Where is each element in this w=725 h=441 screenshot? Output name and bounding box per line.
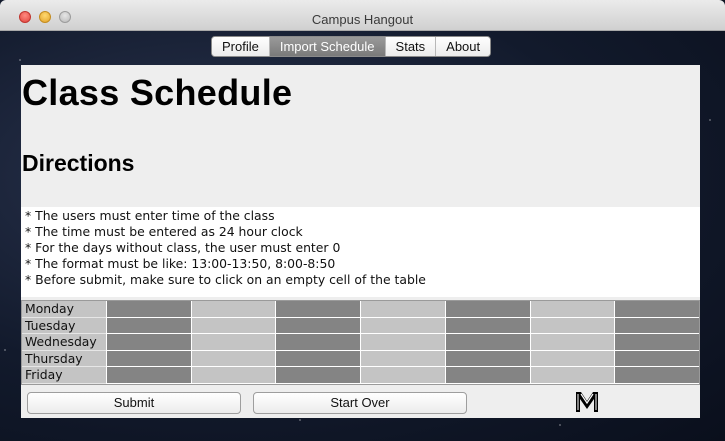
schedule-cell[interactable] [275,334,361,351]
schedule-cell[interactable] [614,317,700,335]
schedule-cell[interactable] [106,301,191,318]
directions-heading: Directions [22,150,135,176]
direction-line: * Before submit, make sure to click on a… [25,272,426,287]
schedule-cell[interactable] [360,317,445,335]
table-row: Friday [22,367,700,384]
schedule-cell[interactable] [360,334,445,351]
schedule-cell[interactable] [444,367,530,384]
day-label: Thursday [22,350,106,368]
schedule-cell[interactable] [614,367,700,384]
schedule-cell[interactable] [106,350,191,368]
schedule-cell[interactable] [529,350,615,368]
schedule-cell[interactable] [360,350,445,368]
schedule-cell[interactable] [190,317,276,335]
tab-profile[interactable]: Profile [212,37,270,56]
schedule-table: Monday Tuesday Wednesday Thursday Friday [21,300,700,385]
schedule-cell[interactable] [529,367,615,384]
schedule-cell[interactable] [360,367,445,384]
direction-line: * The time must be entered as 24 hour cl… [25,224,303,239]
title-bar: Campus Hangout [0,0,725,31]
direction-line: * The users must enter time of the class [25,208,275,223]
schedule-cell[interactable] [190,334,276,351]
schedule-cell[interactable] [190,367,276,384]
schedule-cell[interactable] [529,317,615,335]
day-label: Friday [22,367,106,384]
tab-import-schedule[interactable]: Import Schedule [269,37,386,56]
table-row: Wednesday [22,334,700,351]
schedule-cell[interactable] [444,350,530,368]
schedule-cell[interactable] [275,317,361,335]
day-label: Tuesday [22,317,106,335]
day-label: Monday [22,301,106,318]
schedule-cell[interactable] [190,350,276,368]
schedule-cell[interactable] [360,301,445,318]
schedule-cell[interactable] [444,301,530,318]
schedule-cell[interactable] [106,367,191,384]
direction-line: * The format must be like: 13:00-13:50, … [25,256,336,271]
table-row: Monday [22,301,700,318]
tab-bar: Profile Import Schedule Stats About [211,36,492,57]
header-panel: Class Schedule Directions [21,65,700,207]
table-row: Tuesday [22,317,700,335]
tab-about[interactable]: About [436,37,491,56]
footer-bar: Submit Start Over [21,387,700,418]
tab-stats[interactable]: Stats [385,37,437,56]
schedule-cell[interactable] [614,334,700,351]
schedule-cell[interactable] [106,334,191,351]
app-logo-icon [576,392,598,412]
schedule-cell[interactable] [275,301,361,318]
schedule-cell[interactable] [444,317,530,335]
table-row: Thursday [22,350,700,368]
schedule-cell[interactable] [275,367,361,384]
schedule-cell[interactable] [529,334,615,351]
app-window: Campus Hangout Profile Import Schedule S… [0,0,725,441]
page-title: Class Schedule [22,72,293,113]
schedule-cell[interactable] [529,301,615,318]
window-title: Campus Hangout [311,12,414,27]
schedule-cell[interactable] [444,334,530,351]
direction-line: * For the days without class, the user m… [25,240,341,255]
schedule-cell[interactable] [190,301,276,318]
schedule-cell[interactable] [614,301,700,318]
directions-text: * The users must enter time of the class… [21,207,700,297]
schedule-cell[interactable] [275,350,361,368]
tab-content-panel: Class Schedule Directions * The users mu… [21,65,700,418]
day-label: Wednesday [22,334,106,351]
schedule-cell[interactable] [106,317,191,335]
start-over-button[interactable]: Start Over [253,392,467,414]
submit-button[interactable]: Submit [27,392,241,414]
schedule-cell[interactable] [614,350,700,368]
